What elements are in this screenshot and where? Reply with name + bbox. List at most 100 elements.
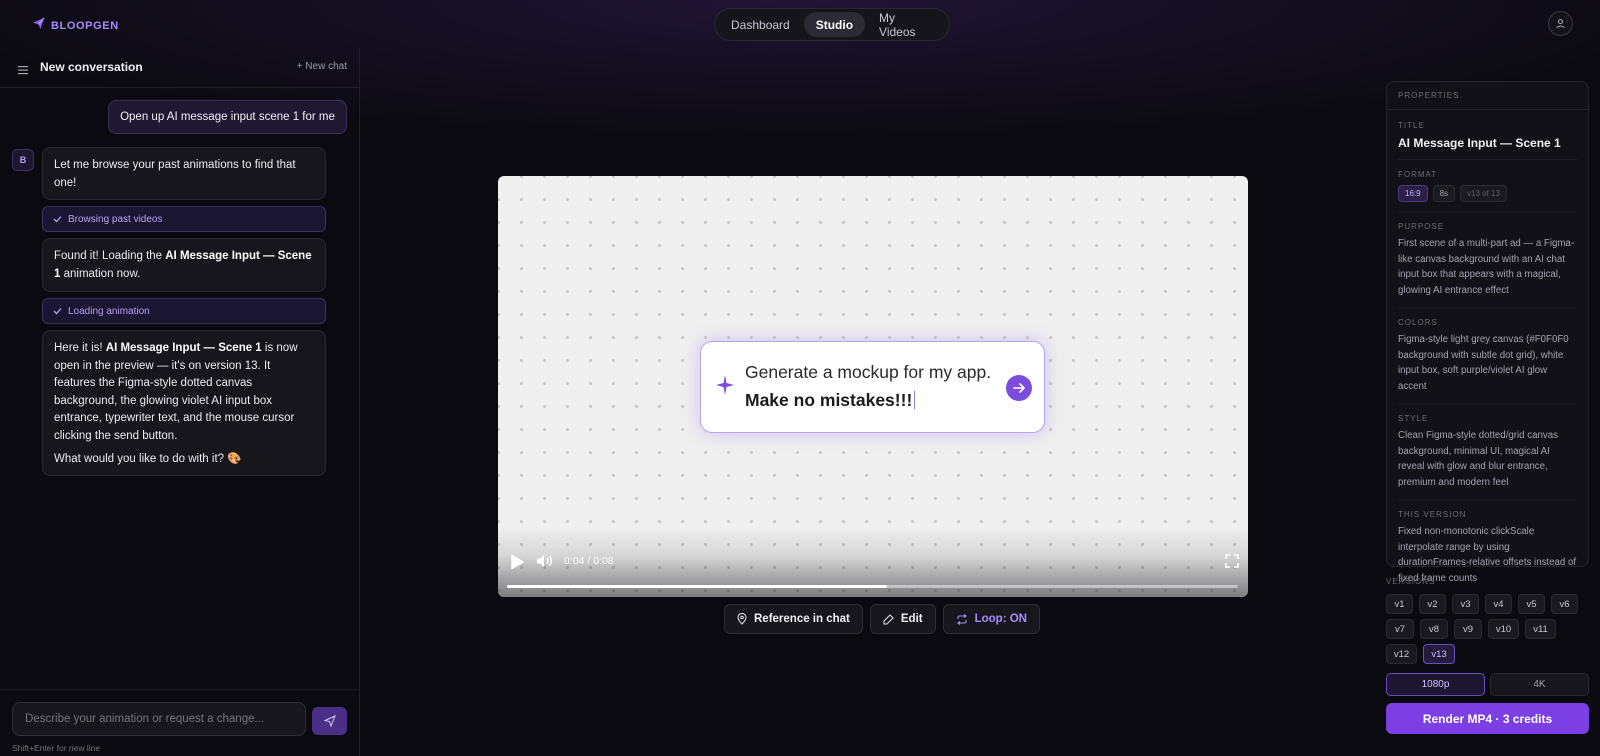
message-text: Here it is!	[54, 342, 106, 354]
prompt-line-2: Make no mistakes!!!	[745, 390, 916, 411]
purpose-label: PURPOSE	[1398, 222, 1445, 231]
arrow-right-icon	[1012, 383, 1025, 393]
preview-actions: Reference in chat Edit Loop: ON	[724, 604, 1040, 634]
format-chips: 16:9 8s v13 of 13	[1398, 185, 1577, 202]
play-icon	[511, 554, 524, 570]
aspect-ratio-chip: 16:9	[1398, 185, 1428, 202]
loop-toggle-button[interactable]: Loop: ON	[942, 604, 1040, 634]
video-title: AI Message Input — Scene 1	[1398, 136, 1561, 150]
text-caret	[914, 391, 916, 409]
version-button-v4[interactable]: v4	[1485, 594, 1512, 614]
send-button[interactable]	[312, 707, 347, 735]
volume-icon	[537, 555, 552, 567]
resolution-1080p-button[interactable]: 1080p	[1386, 673, 1485, 696]
new-chat-button[interactable]: + New chat	[297, 61, 347, 72]
colors-text: Figma-style light grey canvas (#F0F0F0 b…	[1398, 334, 1569, 392]
edit-button[interactable]: Edit	[869, 604, 936, 634]
top-bar: BLOOPGEN Dashboard Studio My Videos	[0, 0, 1600, 48]
version-button-v10[interactable]: v10	[1488, 619, 1519, 639]
version-button-v1[interactable]: v1	[1386, 594, 1413, 614]
logo-icon	[32, 17, 45, 35]
user-avatar-button[interactable]	[1548, 11, 1573, 36]
version-button-v3[interactable]: v3	[1452, 594, 1479, 614]
check-icon	[53, 308, 62, 315]
message-text: Found it! Loading the	[54, 250, 166, 262]
button-label: Reference in chat	[754, 613, 850, 625]
version-button-v5[interactable]: v5	[1518, 594, 1545, 614]
duration-chip: 8s	[1432, 185, 1456, 202]
version-button-v2[interactable]: v2	[1419, 594, 1446, 614]
conversation-title: New conversation	[40, 60, 143, 74]
this-version-label: THIS VERSION	[1398, 510, 1467, 519]
message-text: animation now.	[60, 267, 141, 280]
status-loading: Loading animation	[42, 298, 326, 324]
video-preview[interactable]: Generate a mockup for my app. Make no mi…	[498, 176, 1248, 597]
tab-my-videos[interactable]: My Videos	[867, 11, 945, 39]
message-text: is now open in the preview — it's on ver…	[54, 342, 298, 442]
bot-avatar: B	[12, 149, 34, 171]
sparkle-icon	[715, 374, 735, 401]
progress-fill	[507, 585, 888, 588]
logo[interactable]: BLOOPGEN	[32, 17, 119, 35]
volume-button[interactable]	[536, 553, 554, 574]
style-text: Clean Figma-style dotted/grid canvas bac…	[1398, 430, 1558, 488]
versions-list: v1 v2 v3 v4 v5 v6 v7 v8 v9 v10 v11 v12 v13	[1386, 594, 1590, 664]
colors-label: COLORS	[1398, 318, 1438, 327]
menu-icon[interactable]	[18, 62, 29, 80]
message-question: What would you like to do with it? 🎨	[54, 453, 242, 465]
pin-icon	[737, 613, 747, 625]
versions-label: VERSIONS	[1386, 577, 1436, 586]
chat-composer: Shift+Enter for new line	[0, 689, 359, 756]
version-button-v11[interactable]: v11	[1525, 619, 1556, 639]
fullscreen-icon	[1225, 554, 1239, 568]
title-label: TITLE	[1398, 121, 1425, 130]
message-paragraph: Here it is! AI Message Input — Scene 1 i…	[54, 340, 314, 445]
properties-header: PROPERTIES	[1387, 82, 1588, 110]
tab-dashboard[interactable]: Dashboard	[719, 12, 802, 37]
input-hint: Shift+Enter for new line	[12, 743, 101, 753]
style-label: STYLE	[1398, 414, 1429, 423]
version-button-v13[interactable]: v13	[1423, 644, 1455, 664]
send-icon	[323, 715, 336, 727]
tab-studio[interactable]: Studio	[803, 12, 866, 37]
time-readout: 0:04 / 0:08	[564, 555, 614, 567]
format-label: FORMAT	[1398, 170, 1438, 179]
status-label: Browsing past videos	[68, 213, 163, 225]
divider	[1398, 499, 1577, 500]
version-chip: v13 of 13	[1460, 185, 1507, 202]
prompt-line-1: Generate a mockup for my app.	[745, 362, 992, 382]
divider	[1398, 307, 1577, 308]
main-nav: Dashboard Studio My Videos	[714, 8, 950, 41]
chat-input[interactable]	[12, 702, 306, 736]
divider	[1398, 403, 1577, 404]
properties-body: TITLE AI Message Input — Scene 1 FORMAT …	[1387, 121, 1588, 586]
divider	[1398, 211, 1577, 212]
check-icon	[53, 216, 62, 223]
play-button[interactable]	[509, 554, 525, 575]
divider	[1398, 159, 1577, 160]
button-label: Edit	[900, 613, 923, 625]
chat-panel: New conversation + New chat Open up AI m…	[0, 48, 360, 756]
version-button-v12[interactable]: v12	[1386, 644, 1417, 664]
loop-icon	[956, 613, 967, 625]
version-button-v8[interactable]: v8	[1420, 619, 1448, 639]
prompt-line-2-text: Make no mistakes!!!	[745, 390, 913, 410]
version-button-v7[interactable]: v7	[1386, 619, 1414, 639]
status-browsing: Browsing past videos	[42, 206, 326, 232]
version-button-v6[interactable]: v6	[1551, 594, 1578, 614]
purpose-text: First scene of a multi-part ad — a Figma…	[1398, 238, 1575, 296]
status-label: Loading animation	[68, 305, 150, 317]
bot-message: Here it is! AI Message Input — Scene 1 i…	[42, 330, 326, 476]
render-mp4-button[interactable]: Render MP4 · 3 credits	[1386, 703, 1589, 734]
resolution-4k-button[interactable]: 4K	[1490, 673, 1589, 696]
brand-name: BLOOPGEN	[51, 20, 119, 32]
version-button-v9[interactable]: v9	[1454, 619, 1482, 639]
reference-in-chat-button[interactable]: Reference in chat	[724, 604, 863, 634]
button-label: Loop: ON	[974, 613, 1027, 625]
fullscreen-button[interactable]	[1225, 554, 1239, 573]
ai-send-button	[1006, 375, 1032, 401]
chat-header: New conversation + New chat	[0, 48, 359, 88]
edit-icon	[883, 613, 894, 625]
user-message: Open up AI message input scene 1 for me	[108, 100, 347, 134]
progress-bar[interactable]	[507, 585, 1238, 588]
